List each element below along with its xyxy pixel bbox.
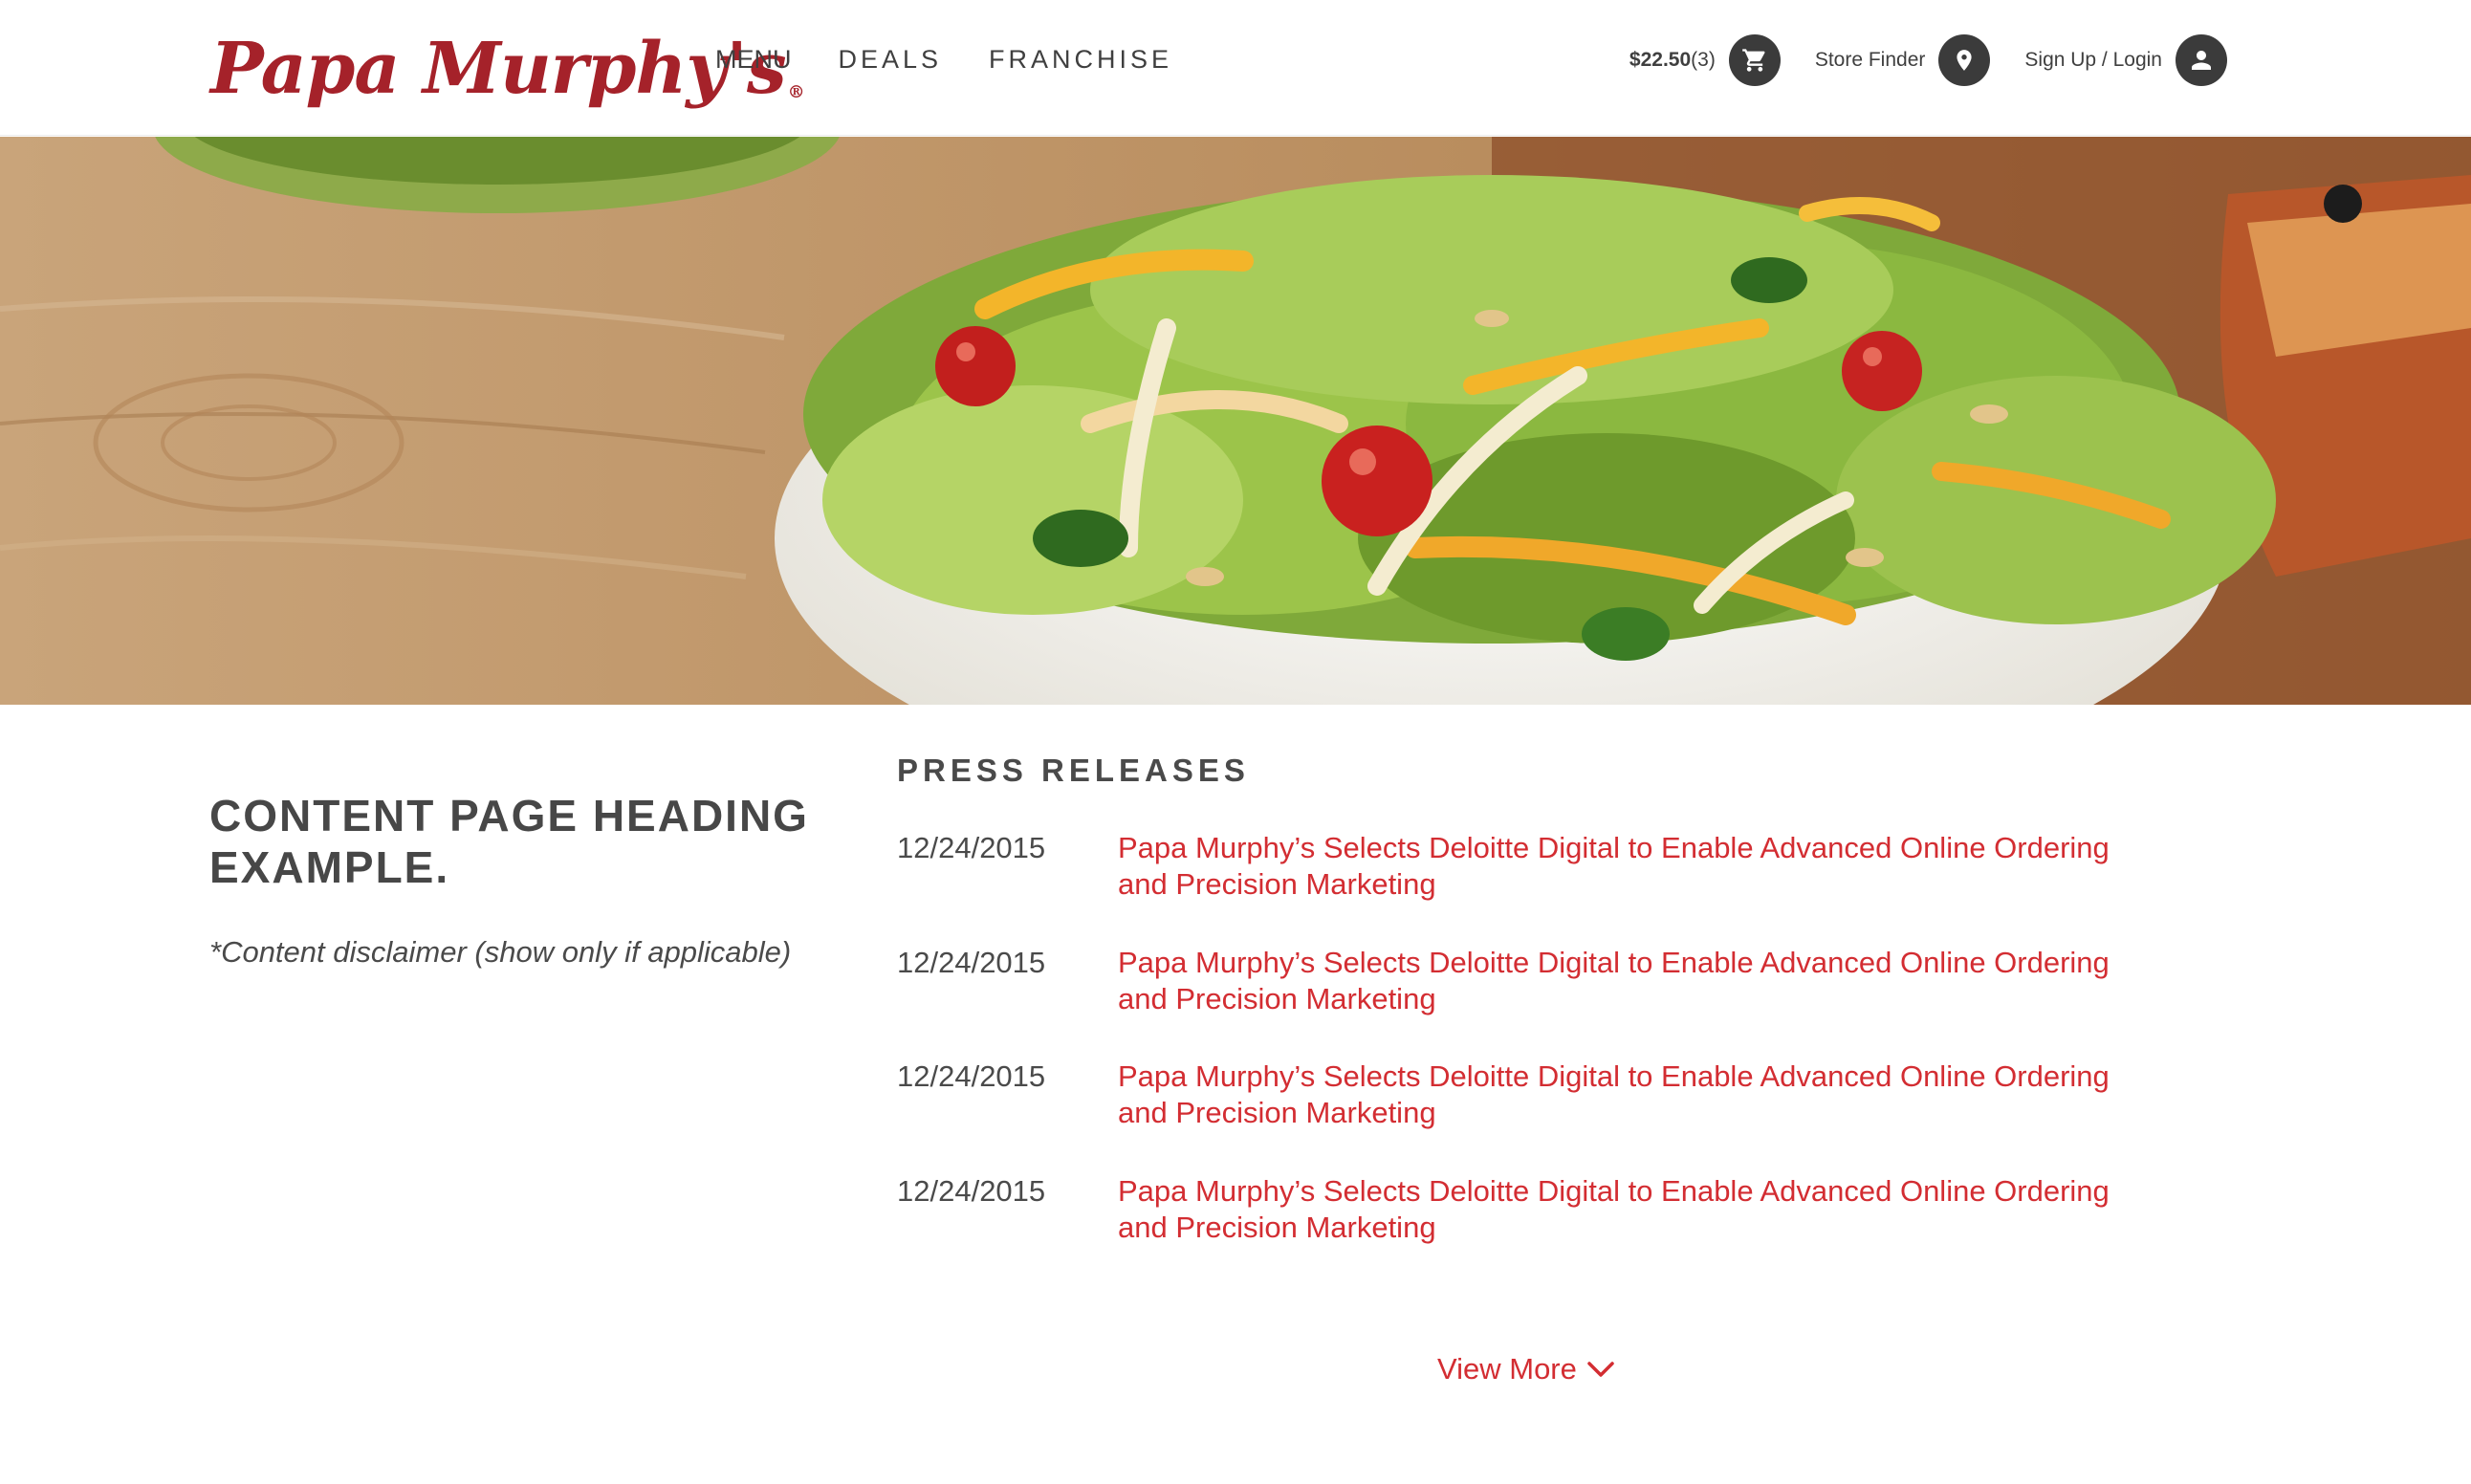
press-release-link[interactable]: Papa Murphy’s Selects Deloitte Digital t… <box>1118 830 2140 945</box>
main-nav: MENU DEALS FRANCHISE <box>715 38 1219 80</box>
signup-login-label: Sign Up / Login <box>2024 49 2162 71</box>
store-finder-button[interactable]: Store Finder <box>1815 34 1991 86</box>
logo-registered-mark: ® <box>787 82 805 102</box>
press-release-date: 12/24/2015 <box>897 831 1046 864</box>
signup-login-button[interactable]: Sign Up / Login <box>2024 34 2227 86</box>
press-release-date: 12/24/2015 <box>897 945 1046 979</box>
cart-button[interactable]: $22.50(3) <box>1629 34 1781 86</box>
press-release-link[interactable]: Papa Murphy’s Selects Deloitte Digital t… <box>1118 1058 2140 1173</box>
nav-franchise[interactable]: FRANCHISE <box>989 38 1172 80</box>
press-release-row: 12/24/2015 Papa Murphy’s Selects Deloitt… <box>897 1173 2140 1288</box>
cart-icon <box>1728 34 1781 86</box>
cart-count: (3) <box>1691 49 1716 71</box>
press-release-date: 12/24/2015 <box>897 1059 1046 1093</box>
nav-deals[interactable]: DEALS <box>839 38 943 80</box>
store-finder-label: Store Finder <box>1814 49 1926 71</box>
chevron-down-icon <box>1587 1362 1614 1377</box>
cart-total: $22.50 <box>1629 49 1692 71</box>
press-release-link[interactable]: Papa Murphy’s Selects Deloitte Digital t… <box>1118 945 2140 1059</box>
location-pin-icon <box>1938 34 1991 86</box>
press-release-row: 12/24/2015 Papa Murphy’s Selects Deloitt… <box>897 1058 2140 1173</box>
user-icon <box>2176 34 2227 86</box>
press-release-link[interactable]: Papa Murphy’s Selects Deloitte Digital t… <box>1118 1173 2140 1288</box>
logo-text: Papa Murphy's <box>210 28 787 110</box>
page-title: CONTENT PAGE HEADING EXAMPLE. <box>209 791 809 892</box>
view-more-label: View More <box>1437 1352 1577 1386</box>
press-release-row: 12/24/2015 Papa Murphy’s Selects Deloitt… <box>897 945 2140 1059</box>
view-more-button[interactable]: View More <box>1437 1348 1615 1390</box>
site-header: Papa Murphy's ® MENU DEALS FRANCHISE $22… <box>0 0 2471 136</box>
content-disclaimer: *Content disclaimer (show only if applic… <box>209 935 792 969</box>
press-release-row: 12/24/2015 Papa Murphy’s Selects Deloitt… <box>897 830 2140 945</box>
hero-salad-image <box>0 137 2471 705</box>
press-release-date: 12/24/2015 <box>897 1173 1046 1208</box>
press-releases-heading: PRESS RELEASES <box>897 753 1250 788</box>
press-release-list: 12/24/2015 Papa Murphy’s Selects Deloitt… <box>897 830 2140 1287</box>
nav-menu[interactable]: MENU <box>715 38 792 80</box>
cart-summary: $22.50(3) <box>1629 49 1716 72</box>
utility-nav: $22.50(3) Store Finder Sign Up / Login <box>1629 34 2227 86</box>
salad-bowl-illustration <box>0 137 2471 705</box>
